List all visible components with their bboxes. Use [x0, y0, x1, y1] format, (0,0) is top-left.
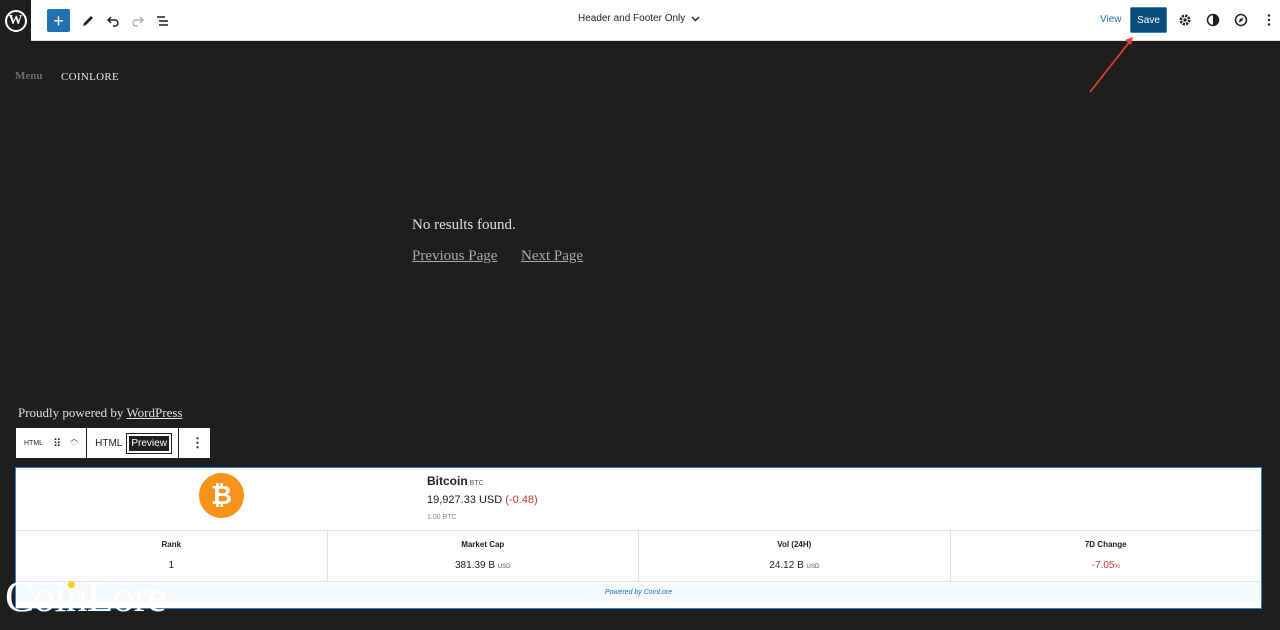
- document-title: Header and Footer Only: [578, 13, 686, 24]
- annotation-arrow: [1089, 37, 1133, 93]
- pencil-icon: [83, 15, 93, 26]
- stat-unit: USD: [497, 564, 511, 570]
- gear-icon: [1179, 14, 1191, 26]
- block-toolbar: HTML ⠿ ︿ ﹀ HTML Preview ⋮: [15, 427, 211, 459]
- next-page-link[interactable]: Next Page: [521, 248, 583, 265]
- styles-button[interactable]: [1205, 12, 1221, 28]
- move-down-icon[interactable]: ﹀: [70, 443, 78, 452]
- stat-label: Vol (24H): [777, 540, 812, 549]
- coin-widget[interactable]: ₿ Bitcoin BTC 19,927.33 USD (-0.48) 1.00 …: [15, 467, 1262, 609]
- block-controls: HTML ⠿ ︿ ﹀: [16, 428, 88, 458]
- previous-page-link[interactable]: Previous Page: [412, 248, 497, 265]
- list-view-icon: [157, 15, 168, 26]
- more-vertical-icon[interactable]: ⋮: [179, 435, 216, 451]
- coin-price-value: 19,927.33 USD: [427, 494, 503, 506]
- redo-icon: [132, 16, 144, 27]
- powered-by-coinlore-link[interactable]: Powered by CoinLore: [16, 583, 1261, 602]
- stat-label: Market Cap: [461, 540, 505, 549]
- wordpress-logo-button[interactable]: W: [0, 0, 31, 41]
- coin-name: Bitcoin BTC: [427, 474, 484, 488]
- footer-credit-prefix: Proudly powered by: [18, 405, 127, 420]
- wordpress-icon: W: [4, 9, 27, 32]
- list-view-button[interactable]: [154, 9, 172, 32]
- bitcoin-icon: ₿: [199, 473, 244, 518]
- contrast-icon: [1206, 13, 1220, 27]
- stat-value: 381.39 B USD: [328, 560, 639, 571]
- coinlore-logo-dot: [68, 581, 75, 588]
- block-type-html-icon[interactable]: HTML: [16, 440, 47, 447]
- stat-value-number: 24.12 B: [769, 560, 804, 571]
- move-up-icon[interactable]: ︿: [70, 434, 78, 443]
- stat-value: 24.12 B USD: [639, 560, 950, 571]
- stat-market-cap: Market Cap 381.39 B USD: [328, 531, 639, 581]
- stat-label: Rank: [161, 540, 182, 549]
- tools-button[interactable]: [79, 9, 97, 32]
- settings-button[interactable]: [1177, 12, 1193, 28]
- chevron-down-icon: [691, 16, 700, 21]
- more-options-button[interactable]: [1261, 12, 1277, 28]
- footer-credit: Proudly powered by WordPress: [18, 405, 182, 421]
- navigation-button[interactable]: [1233, 12, 1249, 28]
- stat-label: 7D Change: [1084, 540, 1127, 549]
- more-vertical-icon: [1267, 14, 1271, 26]
- coin-ticker: BTC: [469, 480, 484, 487]
- stat-value-number: 381.39 B: [455, 560, 496, 571]
- stat-value: -7.05%: [951, 560, 1262, 571]
- save-button[interactable]: Save: [1130, 7, 1167, 33]
- view-link[interactable]: View: [1100, 14, 1122, 25]
- html-preview-tabs: HTML Preview: [87, 428, 179, 458]
- site-title[interactable]: COINLORE: [61, 71, 119, 83]
- stat-value: 1: [16, 560, 327, 571]
- block-movers: ︿ ﹀: [66, 434, 86, 452]
- coin-name-text: Bitcoin: [427, 474, 468, 488]
- tab-preview[interactable]: Preview: [126, 432, 172, 454]
- coin-price: 19,927.33 USD (-0.48): [427, 494, 538, 506]
- plus-icon: +: [53, 10, 64, 31]
- stat-volume: Vol (24H) 24.12 B USD: [639, 531, 951, 581]
- coinlore-watermark-logo: CoinLore: [5, 572, 167, 621]
- undo-button[interactable]: [104, 9, 122, 32]
- redo-button[interactable]: [129, 9, 147, 32]
- stat-unit: %: [1114, 564, 1120, 570]
- stat-unit: USD: [806, 564, 820, 570]
- document-title-dropdown[interactable]: Header and Footer Only: [578, 13, 700, 24]
- undo-icon: [107, 16, 119, 27]
- no-results-message: No results found.: [412, 217, 516, 233]
- drag-handle-icon[interactable]: ⠿: [47, 437, 66, 450]
- wordpress-link[interactable]: WordPress: [126, 405, 182, 420]
- stat-7d-change: 7D Change -7.05%: [951, 531, 1262, 581]
- block-options: ⋮: [179, 428, 216, 458]
- coin-price-change: (-0.48): [505, 494, 538, 506]
- coin-stats: Rank 1 Market Cap 381.39 B USD Vol (24H)…: [16, 530, 1261, 582]
- coin-quantity: 1.00 BTC: [427, 514, 457, 521]
- compass-icon: [1234, 13, 1248, 27]
- tab-html[interactable]: HTML: [87, 438, 127, 449]
- stat-value-number: 1: [168, 560, 175, 571]
- navigation-menu[interactable]: Menu: [15, 70, 43, 82]
- add-block-button[interactable]: +: [47, 9, 70, 32]
- stat-value-number: -7.05: [1091, 560, 1115, 571]
